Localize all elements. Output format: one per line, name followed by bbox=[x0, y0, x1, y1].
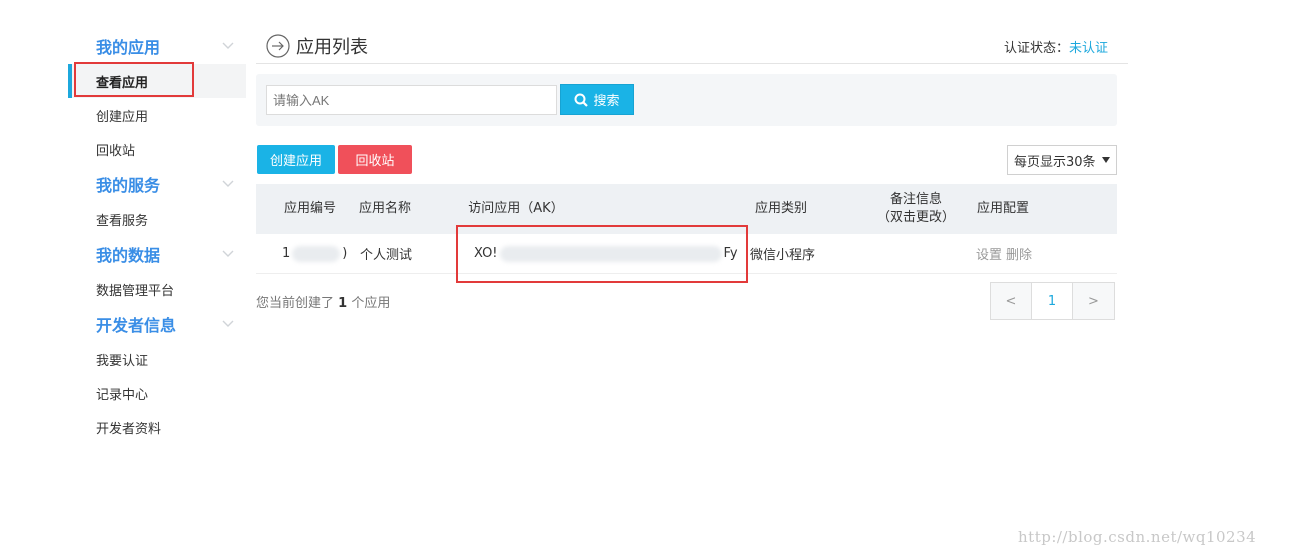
search-icon bbox=[574, 93, 589, 107]
page-header: 应用列表 认证状态：未认证 bbox=[256, 28, 1128, 64]
page-size-select[interactable]: 每页显示30条 bbox=[1007, 145, 1117, 175]
sidebar-item-label: 创建应用 bbox=[96, 109, 149, 125]
sidebar-item-certify[interactable]: 我要认证 bbox=[68, 342, 246, 376]
search-button-label: 搜索 bbox=[593, 94, 620, 109]
auth-status-label: 认证状态： bbox=[1003, 41, 1069, 56]
table-header: 应用编号 应用名称 访问应用（AK） 应用类别 备注信息 （双击更改） 应用配置 bbox=[256, 184, 1117, 234]
sidebar: 我的应用 查看应用 创建应用 回收站 我的服务 查看服务 我的数据 数据管理平台… bbox=[68, 28, 246, 444]
chevron-down-icon bbox=[222, 42, 234, 49]
chevron-down-icon bbox=[222, 250, 234, 257]
sidebar-group-title: 我的服务 bbox=[96, 176, 161, 195]
app-id-suffix: ) bbox=[342, 246, 348, 261]
column-header-config: 应用配置 bbox=[976, 201, 1029, 216]
chevron-down-icon bbox=[222, 320, 234, 327]
sidebar-item-view-services[interactable]: 查看服务 bbox=[68, 202, 246, 236]
page-size-value: 每页显示30条 bbox=[1014, 154, 1096, 170]
sidebar-group-title: 我的数据 bbox=[96, 246, 161, 265]
app-category-cell: 微信小程序 bbox=[750, 248, 816, 263]
ak-search-input[interactable] bbox=[266, 85, 557, 115]
sidebar-item-data-platform[interactable]: 数据管理平台 bbox=[68, 272, 246, 306]
next-page-button[interactable]: > bbox=[1073, 283, 1114, 319]
column-header-remark: 备注信息 （双击更改） bbox=[876, 192, 955, 225]
sidebar-group-developer-info[interactable]: 开发者信息 bbox=[68, 306, 246, 342]
apps-table: 应用编号 应用名称 访问应用（AK） 应用类别 备注信息 （双击更改） 应用配置… bbox=[256, 184, 1117, 274]
watermark: http://blog.csdn.net/wq10234 bbox=[1018, 528, 1257, 546]
app-ak-suffix: Fy bbox=[723, 246, 738, 261]
app-count-summary: 您当前创建了 1 个应用 bbox=[256, 292, 390, 311]
summary-suffix: 个应用 bbox=[351, 296, 391, 311]
column-header-ak: 访问应用（AK） bbox=[468, 201, 564, 216]
summary-count: 1 bbox=[338, 296, 348, 311]
app-name-cell: 个人测试 bbox=[360, 248, 413, 263]
redacted-blur bbox=[499, 245, 722, 262]
sidebar-item-label: 回收站 bbox=[96, 143, 136, 159]
sidebar-item-label: 开发者资料 bbox=[96, 421, 162, 437]
column-header-category: 应用类别 bbox=[754, 201, 807, 216]
sidebar-item-create-app[interactable]: 创建应用 bbox=[68, 98, 246, 132]
sidebar-item-label: 数据管理平台 bbox=[96, 283, 175, 299]
chevron-down-icon bbox=[222, 180, 234, 187]
main-content: 应用列表 认证状态：未认证 搜索 创建应用 回收站 每页显示30条 应用编号 应… bbox=[256, 28, 1128, 320]
arrow-right-circle-icon bbox=[266, 33, 290, 58]
sidebar-item-label: 查看应用 bbox=[96, 75, 149, 91]
app-id-prefix: 1 bbox=[282, 246, 291, 261]
app-ak-prefix: XO! bbox=[474, 246, 498, 261]
sidebar-item-records[interactable]: 记录中心 bbox=[68, 376, 246, 410]
redacted-blur bbox=[292, 245, 341, 262]
search-button[interactable]: 搜索 bbox=[560, 84, 634, 115]
sidebar-group-title: 开发者信息 bbox=[96, 316, 177, 335]
page-button-current[interactable]: 1 bbox=[1032, 283, 1073, 319]
page-title: 应用列表 bbox=[296, 36, 368, 58]
prev-page-button[interactable]: < bbox=[991, 283, 1032, 319]
sidebar-group-my-services[interactable]: 我的服务 bbox=[68, 166, 246, 202]
sidebar-item-view-apps[interactable]: 查看应用 bbox=[68, 64, 246, 98]
column-header-id: 应用编号 bbox=[283, 201, 336, 216]
sidebar-item-label: 我要认证 bbox=[96, 353, 149, 369]
summary-prefix: 您当前创建了 bbox=[256, 296, 335, 311]
column-header-name: 应用名称 bbox=[358, 201, 411, 216]
caret-down-icon bbox=[1102, 157, 1110, 163]
search-panel: 搜索 bbox=[256, 74, 1117, 126]
auth-status-link[interactable]: 未认证 bbox=[1069, 41, 1108, 56]
create-app-button[interactable]: 创建应用 bbox=[257, 145, 335, 174]
table-row: 1 ) 个人测试 XO! Fy 微信小程序 设置 删除 bbox=[256, 234, 1117, 274]
pagination: < 1 > bbox=[990, 282, 1115, 320]
sidebar-group-title: 我的应用 bbox=[96, 38, 161, 57]
sidebar-group-my-data[interactable]: 我的数据 bbox=[68, 236, 246, 272]
sidebar-item-label: 记录中心 bbox=[96, 387, 149, 403]
sidebar-item-recycle-bin[interactable]: 回收站 bbox=[68, 132, 246, 166]
delete-link[interactable]: 删除 bbox=[1006, 244, 1032, 263]
sidebar-item-developer-profile[interactable]: 开发者资料 bbox=[68, 410, 246, 444]
app-config-cell: 设置 删除 bbox=[976, 234, 1036, 273]
recycle-bin-button[interactable]: 回收站 bbox=[338, 145, 412, 174]
sidebar-item-label: 查看服务 bbox=[96, 213, 149, 229]
app-ak-cell: XO! Fy bbox=[474, 234, 738, 273]
settings-link[interactable]: 设置 bbox=[976, 244, 1002, 263]
auth-status: 认证状态：未认证 bbox=[1004, 37, 1108, 56]
app-id-cell: 1 ) bbox=[282, 234, 347, 273]
sidebar-group-my-apps[interactable]: 我的应用 bbox=[68, 28, 246, 64]
